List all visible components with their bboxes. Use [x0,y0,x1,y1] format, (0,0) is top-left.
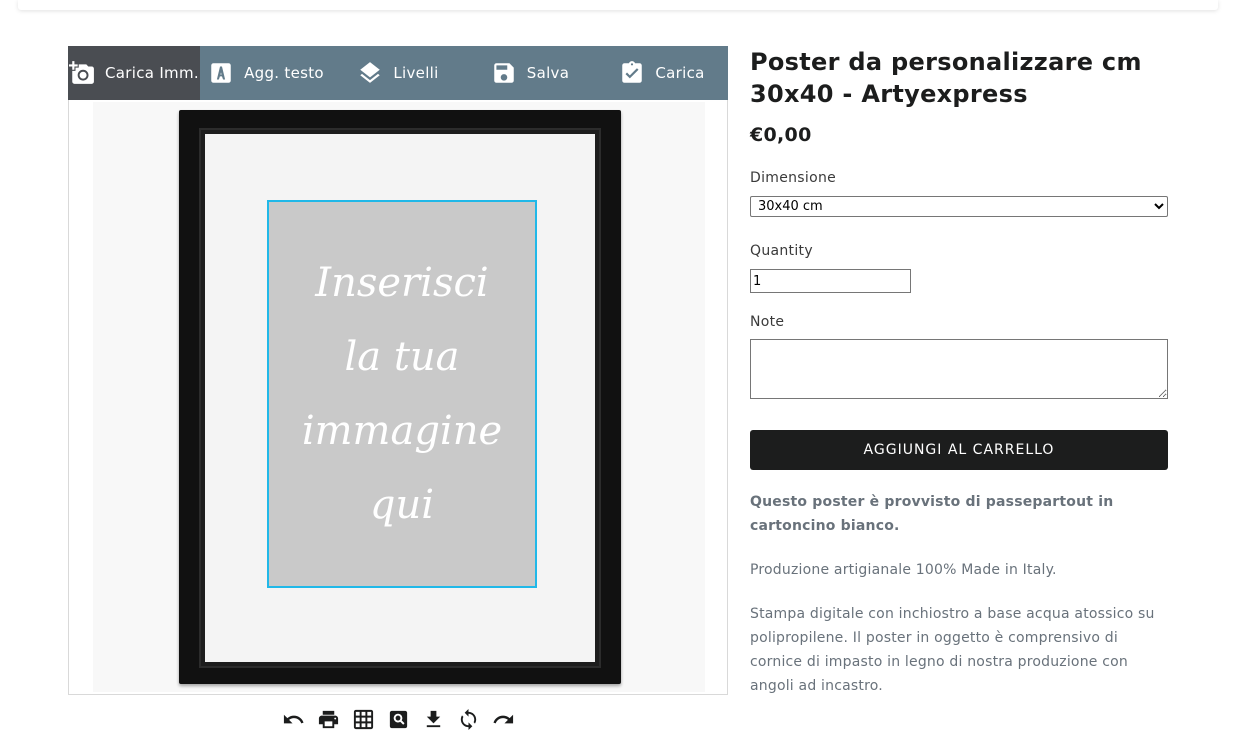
placeholder-line: la tua [344,334,460,380]
placeholder-line: Inserisci [315,260,489,306]
description-paragraph: Stampa digitale con inchiostro a base ac… [750,606,1155,694]
dimension-label: Dimensione [750,170,837,186]
grid-button[interactable] [352,704,375,734]
add-text-button[interactable]: Agg. testo [200,46,332,100]
preview-button[interactable] [387,704,410,734]
design-canvas[interactable]: Inserisci la tua immagine qui [68,100,728,695]
redo-button[interactable] [492,704,515,734]
header-strip [18,0,1218,10]
undo-button[interactable] [282,704,305,734]
placeholder-text: Inserisci la tua immagine qui [269,202,535,586]
save-button[interactable]: Salva [464,46,596,100]
product-description: Questo poster è provvisto di passepartou… [750,490,1168,718]
load-label: Carica [655,64,705,82]
quantity-input[interactable] [750,269,911,293]
print-icon [318,710,338,728]
product-title: Poster da personalizzare cm 30x40 - Arty… [750,48,1142,108]
placeholder-line: immagine [301,408,503,454]
upload-image-button[interactable]: Carica Imm. [68,46,200,100]
canvas-actions [68,704,728,734]
save-icon [494,63,514,83]
dimension-select[interactable]: 30x40 cm [750,196,1168,217]
clipboard-check-icon [622,61,643,83]
refresh-icon [460,708,476,730]
preview-icon [389,710,407,728]
print-button[interactable] [317,704,340,734]
load-button[interactable]: Carica [596,46,728,100]
reset-button[interactable] [457,704,480,734]
add-to-cart-button[interactable]: AGGIUNGI AL CARRELLO [750,430,1168,470]
text-icon [211,63,231,83]
add-photo-icon [69,61,94,84]
grid-icon [353,709,373,729]
note-textarea[interactable] [750,339,1168,399]
layers-button[interactable]: Livelli [332,46,464,100]
download-button[interactable] [422,704,445,734]
image-placeholder[interactable]: Inserisci la tua immagine qui [267,200,537,588]
save-label: Salva [526,64,570,82]
undo-icon [283,714,304,723]
add-text-label: Agg. testo [244,64,324,82]
download-icon [426,710,440,727]
designer-toolbar: Carica Imm. Agg. testo Livelli Salva Car… [68,46,728,100]
note-label: Note [750,314,785,330]
description-highlight: Questo poster è provvisto di passepartou… [750,494,1114,534]
layers-icon [360,62,381,83]
product-designer: Carica Imm. Agg. testo Livelli Salva Car… [68,46,728,695]
layers-label: Livelli [393,64,439,82]
product-info: Poster da personalizzare cm 30x40 - Arty… [750,46,1170,694]
description-paragraph: Produzione artigianale 100% Made in Ital… [750,562,1057,578]
redo-icon [492,714,513,723]
product-price: €0,00 [750,124,812,146]
quantity-label: Quantity [750,243,813,259]
placeholder-line: qui [369,482,435,528]
upload-image-label: Carica Imm. [105,64,199,82]
